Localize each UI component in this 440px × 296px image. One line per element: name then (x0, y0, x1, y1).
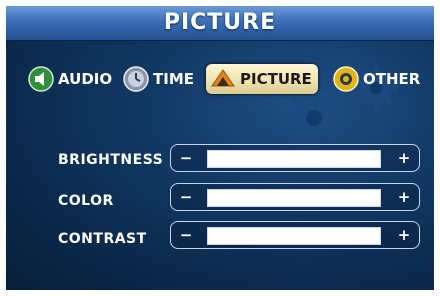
picture-icon (211, 69, 235, 87)
title-bar: PICTURE (6, 6, 434, 41)
brightness-slider[interactable]: − + (170, 144, 420, 172)
tab-other[interactable]: OTHER (333, 64, 420, 94)
contrast-increase-button[interactable]: + (393, 222, 415, 248)
contrast-fill (208, 228, 380, 244)
color-track[interactable] (207, 189, 381, 207)
contrast-label: CONTRAST (58, 231, 147, 247)
clock-icon (123, 66, 149, 92)
osd-screen: PICTURE AUDIO TIME PICTURE OTHER BRIGHTN… (6, 6, 434, 290)
tab-audio[interactable]: AUDIO (28, 64, 112, 94)
contrast-track[interactable] (207, 227, 381, 245)
gears-background-icon (284, 66, 398, 148)
color-fill (208, 190, 380, 206)
color-decrease-button[interactable]: − (175, 184, 197, 210)
tab-time-label: TIME (153, 70, 194, 88)
tab-picture[interactable]: PICTURE (206, 64, 318, 94)
page-title: PICTURE (163, 10, 277, 35)
brightness-decrease-button[interactable]: − (175, 145, 197, 171)
contrast-slider[interactable]: − + (170, 221, 420, 249)
brightness-label: BRIGHTNESS (58, 152, 164, 168)
color-slider[interactable]: − + (170, 183, 420, 211)
tab-audio-label: AUDIO (58, 70, 113, 88)
contrast-decrease-button[interactable]: − (175, 222, 197, 248)
brightness-increase-button[interactable]: + (393, 145, 415, 171)
tab-other-label: OTHER (363, 70, 421, 88)
gear-icon (333, 66, 359, 92)
brightness-track[interactable] (207, 150, 381, 168)
brightness-fill (208, 151, 380, 167)
speaker-icon (28, 66, 54, 92)
color-increase-button[interactable]: + (393, 184, 415, 210)
tab-picture-label: PICTURE (240, 70, 312, 88)
color-label: COLOR (58, 193, 114, 209)
tab-time[interactable]: TIME (123, 64, 194, 94)
